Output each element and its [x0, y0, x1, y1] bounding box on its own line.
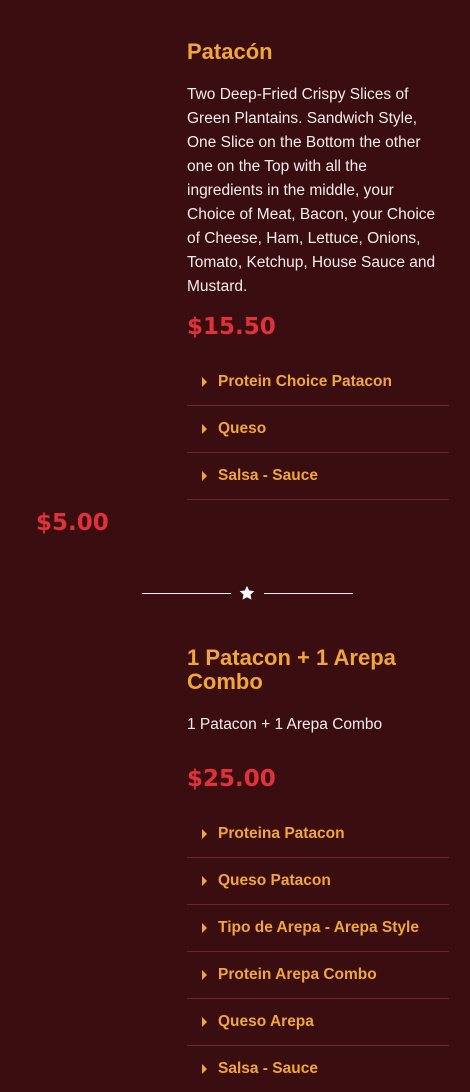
- option-queso-patacon[interactable]: Queso Patacon: [187, 858, 449, 905]
- caret-right-icon: [202, 1064, 207, 1074]
- menu-item-patacon-arepa-combo: 1 Patacon + 1 Arepa Combo 1 Patacon + 1 …: [187, 646, 449, 1090]
- option-proteina-patacon[interactable]: Proteina Patacon: [187, 811, 449, 858]
- option-label: Tipo de Arepa - Arepa Style: [218, 919, 419, 936]
- caret-right-icon: [202, 424, 207, 434]
- options-accordion: Proteina Patacon Queso Patacon Tipo de A…: [187, 811, 449, 1092]
- item-price: $25.00: [187, 766, 276, 792]
- option-label: Queso Arepa: [218, 1013, 314, 1030]
- option-label: Queso Patacon: [218, 872, 331, 889]
- option-salsa-sauce[interactable]: Salsa - Sauce: [187, 1046, 449, 1092]
- caret-right-icon: [202, 876, 207, 886]
- option-queso-arepa[interactable]: Queso Arepa: [187, 999, 449, 1046]
- menu-item-patacon: Patacón Two Deep-Fried Crispy Slices of …: [187, 40, 449, 502]
- option-salsa-sauce[interactable]: Salsa - Sauce: [187, 453, 449, 500]
- option-protein-arepa-combo[interactable]: Protein Arepa Combo: [187, 952, 449, 999]
- star-icon: [239, 585, 255, 600]
- side-price: $5.00: [36, 510, 109, 536]
- option-label: Protein Choice Patacon: [218, 373, 392, 390]
- item-title: Patacón: [187, 39, 273, 64]
- option-label: Queso: [218, 420, 267, 437]
- divider-line-left: [142, 593, 231, 594]
- options-accordion: Protein Choice Patacon Queso Salsa - Sau…: [187, 359, 449, 500]
- option-label: Salsa - Sauce: [218, 1060, 318, 1077]
- caret-right-icon: [202, 829, 207, 839]
- option-queso[interactable]: Queso: [187, 406, 449, 453]
- item-description: Two Deep-Fried Crispy Slices of Green Pl…: [187, 86, 436, 295]
- option-label: Salsa - Sauce: [218, 467, 318, 484]
- section-divider: [142, 583, 353, 603]
- caret-right-icon: [202, 1017, 207, 1027]
- option-tipo-de-arepa[interactable]: Tipo de Arepa - Arepa Style: [187, 905, 449, 952]
- caret-right-icon: [202, 471, 207, 481]
- option-protein-choice-patacon[interactable]: Protein Choice Patacon: [187, 359, 449, 406]
- item-title: 1 Patacon + 1 Arepa Combo: [187, 645, 396, 694]
- option-label: Proteina Patacon: [218, 825, 345, 842]
- item-description: 1 Patacon + 1 Arepa Combo: [187, 716, 383, 733]
- caret-right-icon: [202, 970, 207, 980]
- divider-line-right: [264, 593, 353, 594]
- item-price: $15.50: [187, 314, 276, 340]
- option-label: Protein Arepa Combo: [218, 966, 377, 983]
- caret-right-icon: [202, 923, 207, 933]
- caret-right-icon: [202, 377, 207, 387]
